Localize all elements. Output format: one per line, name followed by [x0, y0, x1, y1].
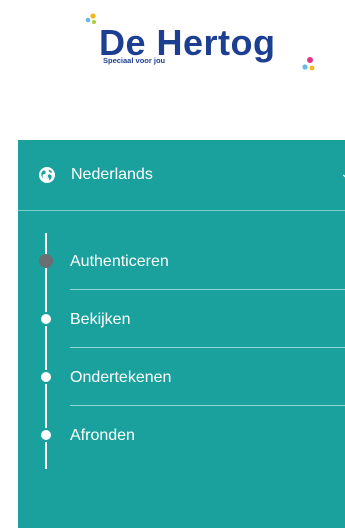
step-label: Afronden: [70, 427, 135, 444]
brand-logo: De Hertog Speciaal voor jou: [84, 12, 324, 82]
step-indicator: [39, 370, 53, 384]
step-label: Ondertekenen: [70, 369, 172, 386]
side-panel: Nederlands ⌄ Authenticeren Bekijken Onde…: [18, 140, 345, 528]
language-label: Nederlands: [71, 166, 153, 183]
globe-icon: [39, 167, 55, 183]
step-indicator-active: [39, 254, 53, 268]
language-selector[interactable]: Nederlands ⌄: [18, 140, 345, 211]
step-bekijken[interactable]: Bekijken: [18, 290, 345, 348]
step-ondertekenen[interactable]: Ondertekenen: [18, 348, 345, 406]
chevron-down-icon: ⌄: [340, 165, 345, 182]
step-label: Bekijken: [70, 311, 131, 328]
step-label: Authenticeren: [70, 253, 169, 270]
logo-tagline: Speciaal voor jou: [103, 56, 166, 65]
step-indicator: [39, 312, 53, 326]
step-authenticeren[interactable]: Authenticeren: [18, 232, 345, 290]
step-indicator: [39, 428, 53, 442]
step-afronden[interactable]: Afronden: [18, 406, 345, 464]
